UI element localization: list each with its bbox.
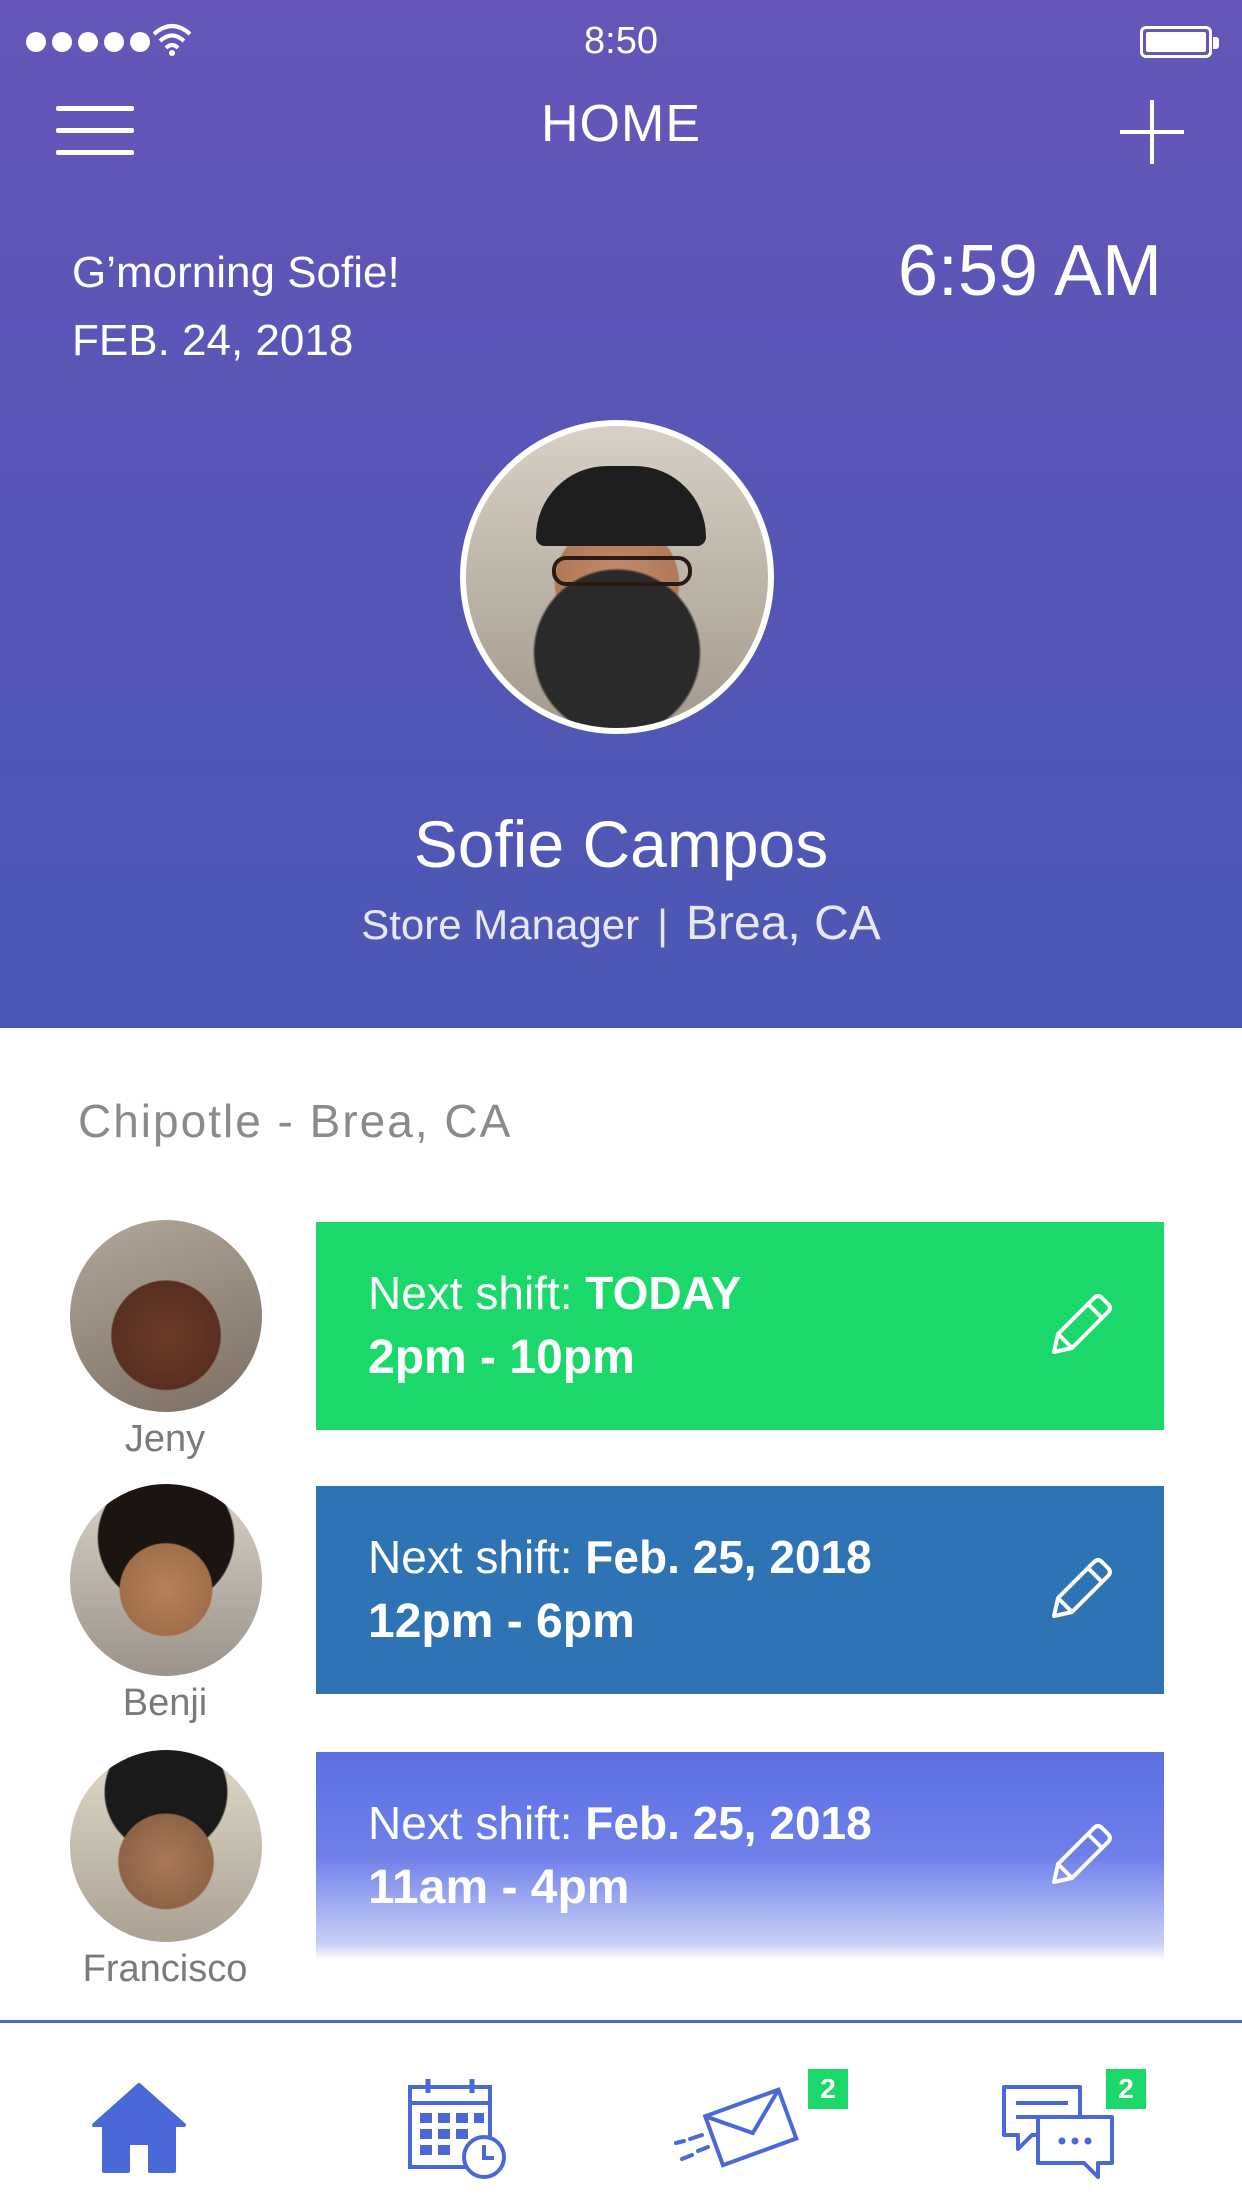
shift-when: Feb. 25, 2018 xyxy=(585,1797,872,1849)
home-icon xyxy=(92,2083,186,2173)
bottom-tab-bar: 2 2 xyxy=(0,2020,1242,2208)
employee-name: Jeny xyxy=(124,1418,206,1460)
shift-row: Jeny Next shift: TODAY 2pm - 10pm xyxy=(0,1220,1242,1460)
employee-avatar[interactable] xyxy=(70,1484,262,1676)
profile-subtitle: Store Manager | Brea, CA xyxy=(0,896,1242,951)
shift-label: Next shift: xyxy=(368,1267,573,1319)
add-icon[interactable] xyxy=(1120,100,1184,164)
tab-chat[interactable]: 2 xyxy=(998,2069,1146,2183)
glasses-shape xyxy=(552,556,692,586)
battery-icon xyxy=(1140,26,1219,58)
tab-home[interactable] xyxy=(84,2073,194,2183)
profile-avatar[interactable] xyxy=(460,420,774,734)
store-name: Chipotle - Brea, CA xyxy=(78,1095,513,1147)
profile-location: Brea, CA xyxy=(686,897,881,950)
current-date: FEB. 24, 2018 xyxy=(72,316,354,365)
profile-name: Sofie Campos xyxy=(413,807,829,881)
pencil-icon[interactable] xyxy=(1040,1550,1120,1630)
current-clock: 6:59 AM xyxy=(897,231,1162,311)
tab-messages[interactable]: 2 xyxy=(672,2069,848,2183)
shift-card[interactable]: Next shift: Feb. 25, 2018 12pm - 6pm xyxy=(316,1486,1164,1694)
shift-card[interactable]: Next shift: Feb. 25, 2018 11am - 4pm xyxy=(316,1752,1164,1960)
shift-when: TODAY xyxy=(585,1267,742,1319)
profile-role: Store Manager xyxy=(361,901,640,948)
profile-separator: | xyxy=(657,901,668,948)
shift-when: Feb. 25, 2018 xyxy=(585,1531,872,1583)
status-bar: 8:50 xyxy=(0,0,1242,84)
pencil-icon[interactable] xyxy=(1040,1816,1120,1896)
greeting-text: G’morning Sofie! xyxy=(72,248,400,297)
employee-avatar[interactable] xyxy=(70,1220,262,1412)
shift-row: Francisco Next shift: Feb. 25, 2018 11am… xyxy=(0,1750,1242,1990)
envelope-icon xyxy=(674,2087,799,2168)
shift-row: Benji Next shift: Feb. 25, 2018 12pm - 6… xyxy=(0,1484,1242,1724)
employee-avatar[interactable] xyxy=(70,1750,262,1942)
shift-label: Next shift: xyxy=(368,1797,573,1849)
chat-count-badge: 2 xyxy=(1106,2069,1146,2109)
shift-card[interactable]: Next shift: TODAY 2pm - 10pm xyxy=(316,1222,1164,1430)
calendar-clock-icon xyxy=(408,2079,506,2179)
pencil-icon[interactable] xyxy=(1040,1286,1120,1366)
employee-name: Francisco xyxy=(82,1948,248,1990)
tab-schedule[interactable] xyxy=(402,2073,512,2183)
shift-label: Next shift: xyxy=(368,1531,573,1583)
status-time: 8:50 xyxy=(584,20,658,62)
header-banner: 8:50 HOME G’morning Sofie! FEB. 24, 2018… xyxy=(0,0,1242,1028)
cap-shape xyxy=(536,466,706,546)
page-title: HOME xyxy=(541,95,701,153)
employee-name: Benji xyxy=(122,1682,208,1724)
messages-count-badge: 2 xyxy=(808,2069,848,2109)
